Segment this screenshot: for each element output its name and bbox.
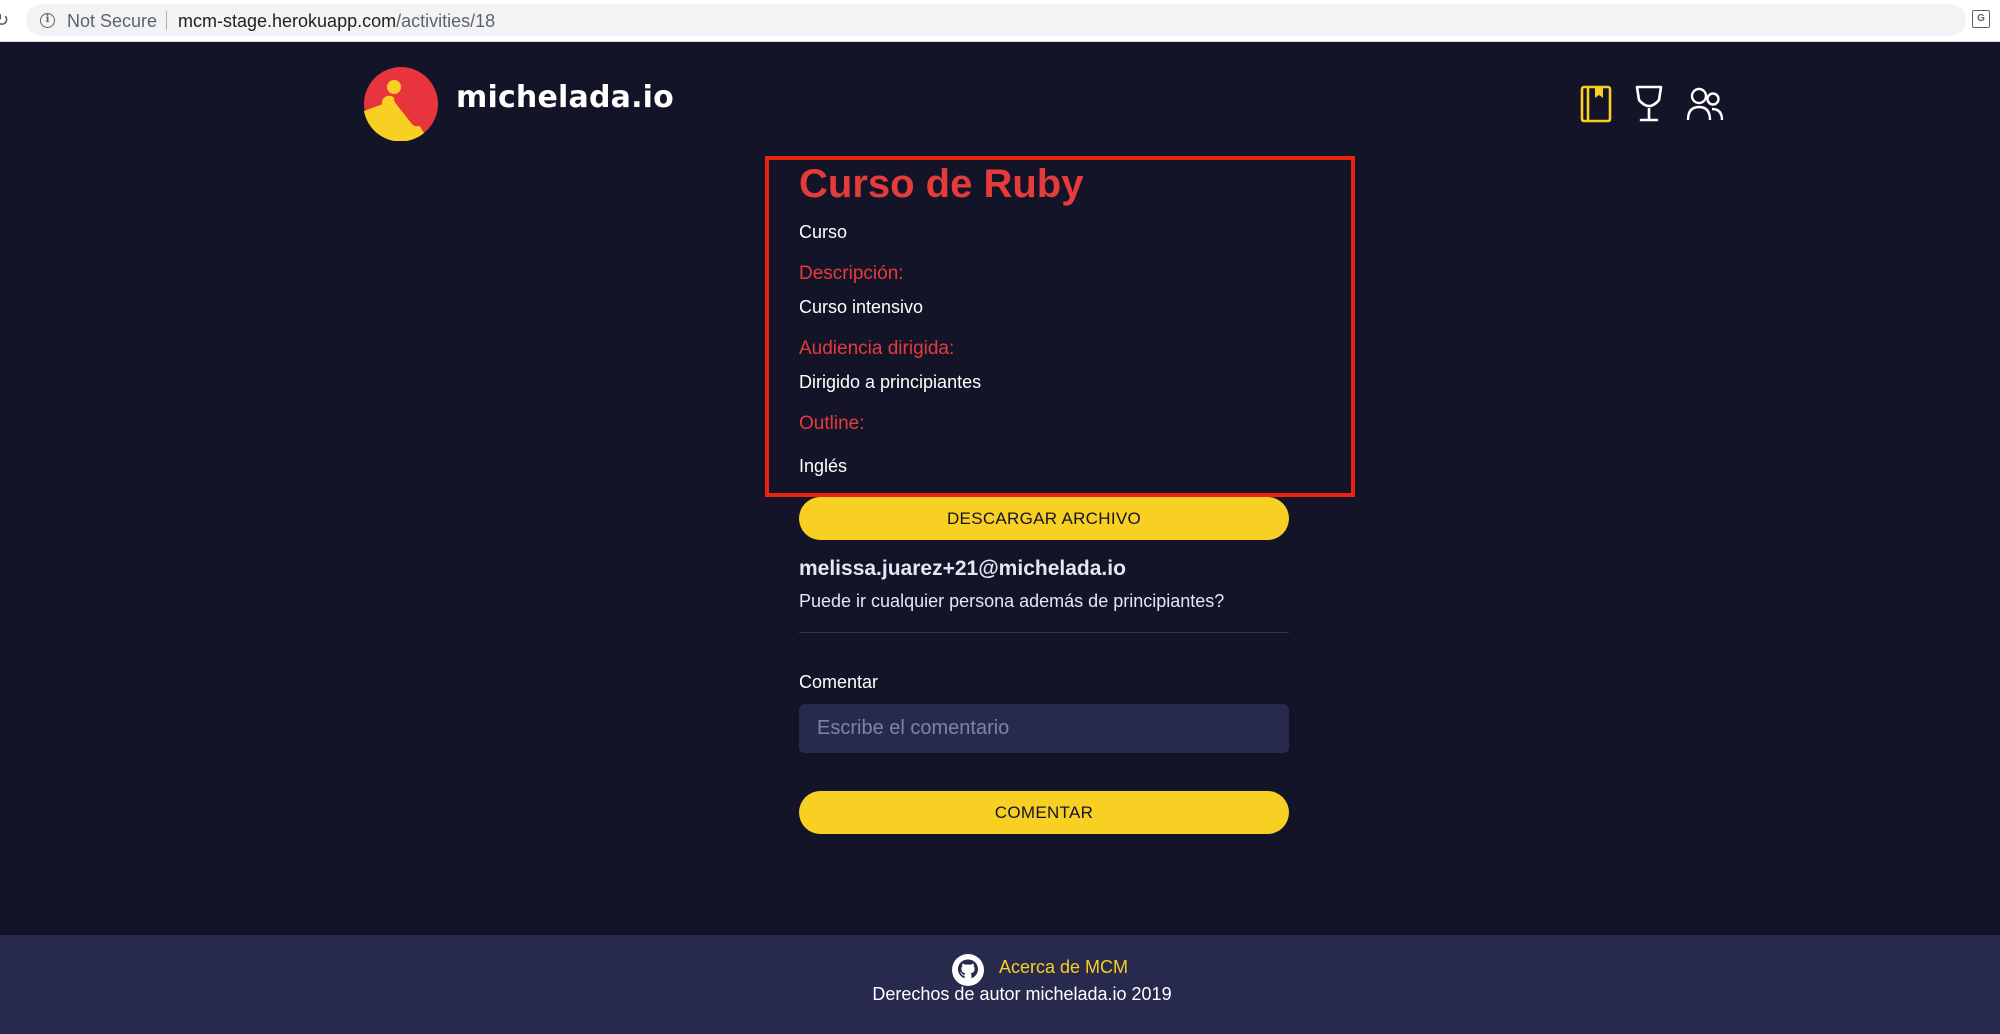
comment-text: Puede ir cualquier persona además de pri…: [799, 591, 1225, 611]
audience-label: Audiencia dirigida:: [799, 338, 955, 359]
highlight-box: [765, 156, 1355, 497]
users-icon[interactable]: [1686, 84, 1724, 124]
book-icon[interactable]: [1578, 84, 1616, 124]
reload-icon[interactable]: ↻: [0, 10, 9, 30]
url-separator: [166, 11, 167, 30]
download-file-button[interactable]: DESCARGAR ARCHIVO: [799, 497, 1289, 540]
url-path: /activities/18: [396, 11, 496, 31]
description-value: Curso intensivo: [799, 297, 924, 317]
outline-value: Inglés: [799, 456, 848, 476]
browser-address-bar: ↻ i Not Secure mcm-stage.herokuapp.com/a…: [0, 0, 2000, 42]
url-host: mcm-stage.herokuapp.com: [178, 11, 397, 31]
comment-input[interactable]: [799, 704, 1289, 753]
about-mcm-link[interactable]: Acerca de MCM: [999, 957, 1128, 978]
comment-author: melissa.juarez+21@michelada.io: [799, 557, 1126, 580]
translate-icon[interactable]: G: [1972, 10, 1990, 28]
url-bar[interactable]: i Not Secure mcm-stage.herokuapp.com/act…: [26, 4, 1966, 36]
footer-copyright: Derechos de autor michelada.io 2019: [872, 984, 1172, 1004]
michelada-logo-icon[interactable]: [364, 67, 438, 141]
github-icon[interactable]: [952, 954, 984, 986]
security-label: Not Secure: [67, 11, 158, 31]
comment-form-label: Comentar: [799, 672, 879, 692]
description-label: Descripción:: [799, 263, 904, 284]
brand-name[interactable]: michelada.io: [456, 80, 674, 115]
trophy-icon[interactable]: [1630, 84, 1668, 124]
info-icon[interactable]: i: [40, 13, 55, 28]
outline-label: Outline:: [799, 413, 865, 434]
comment-divider: [799, 632, 1289, 633]
footer: Acerca de MCM Derechos de autor michelad…: [0, 935, 2000, 1034]
url-text[interactable]: mcm-stage.herokuapp.com/activities/18: [178, 11, 495, 32]
activity-type: Curso: [799, 222, 848, 242]
submit-comment-button[interactable]: COMENTAR: [799, 791, 1289, 834]
activity-title: Curso de Ruby: [799, 162, 1084, 206]
audience-value: Dirigido a principiantes: [799, 372, 982, 392]
